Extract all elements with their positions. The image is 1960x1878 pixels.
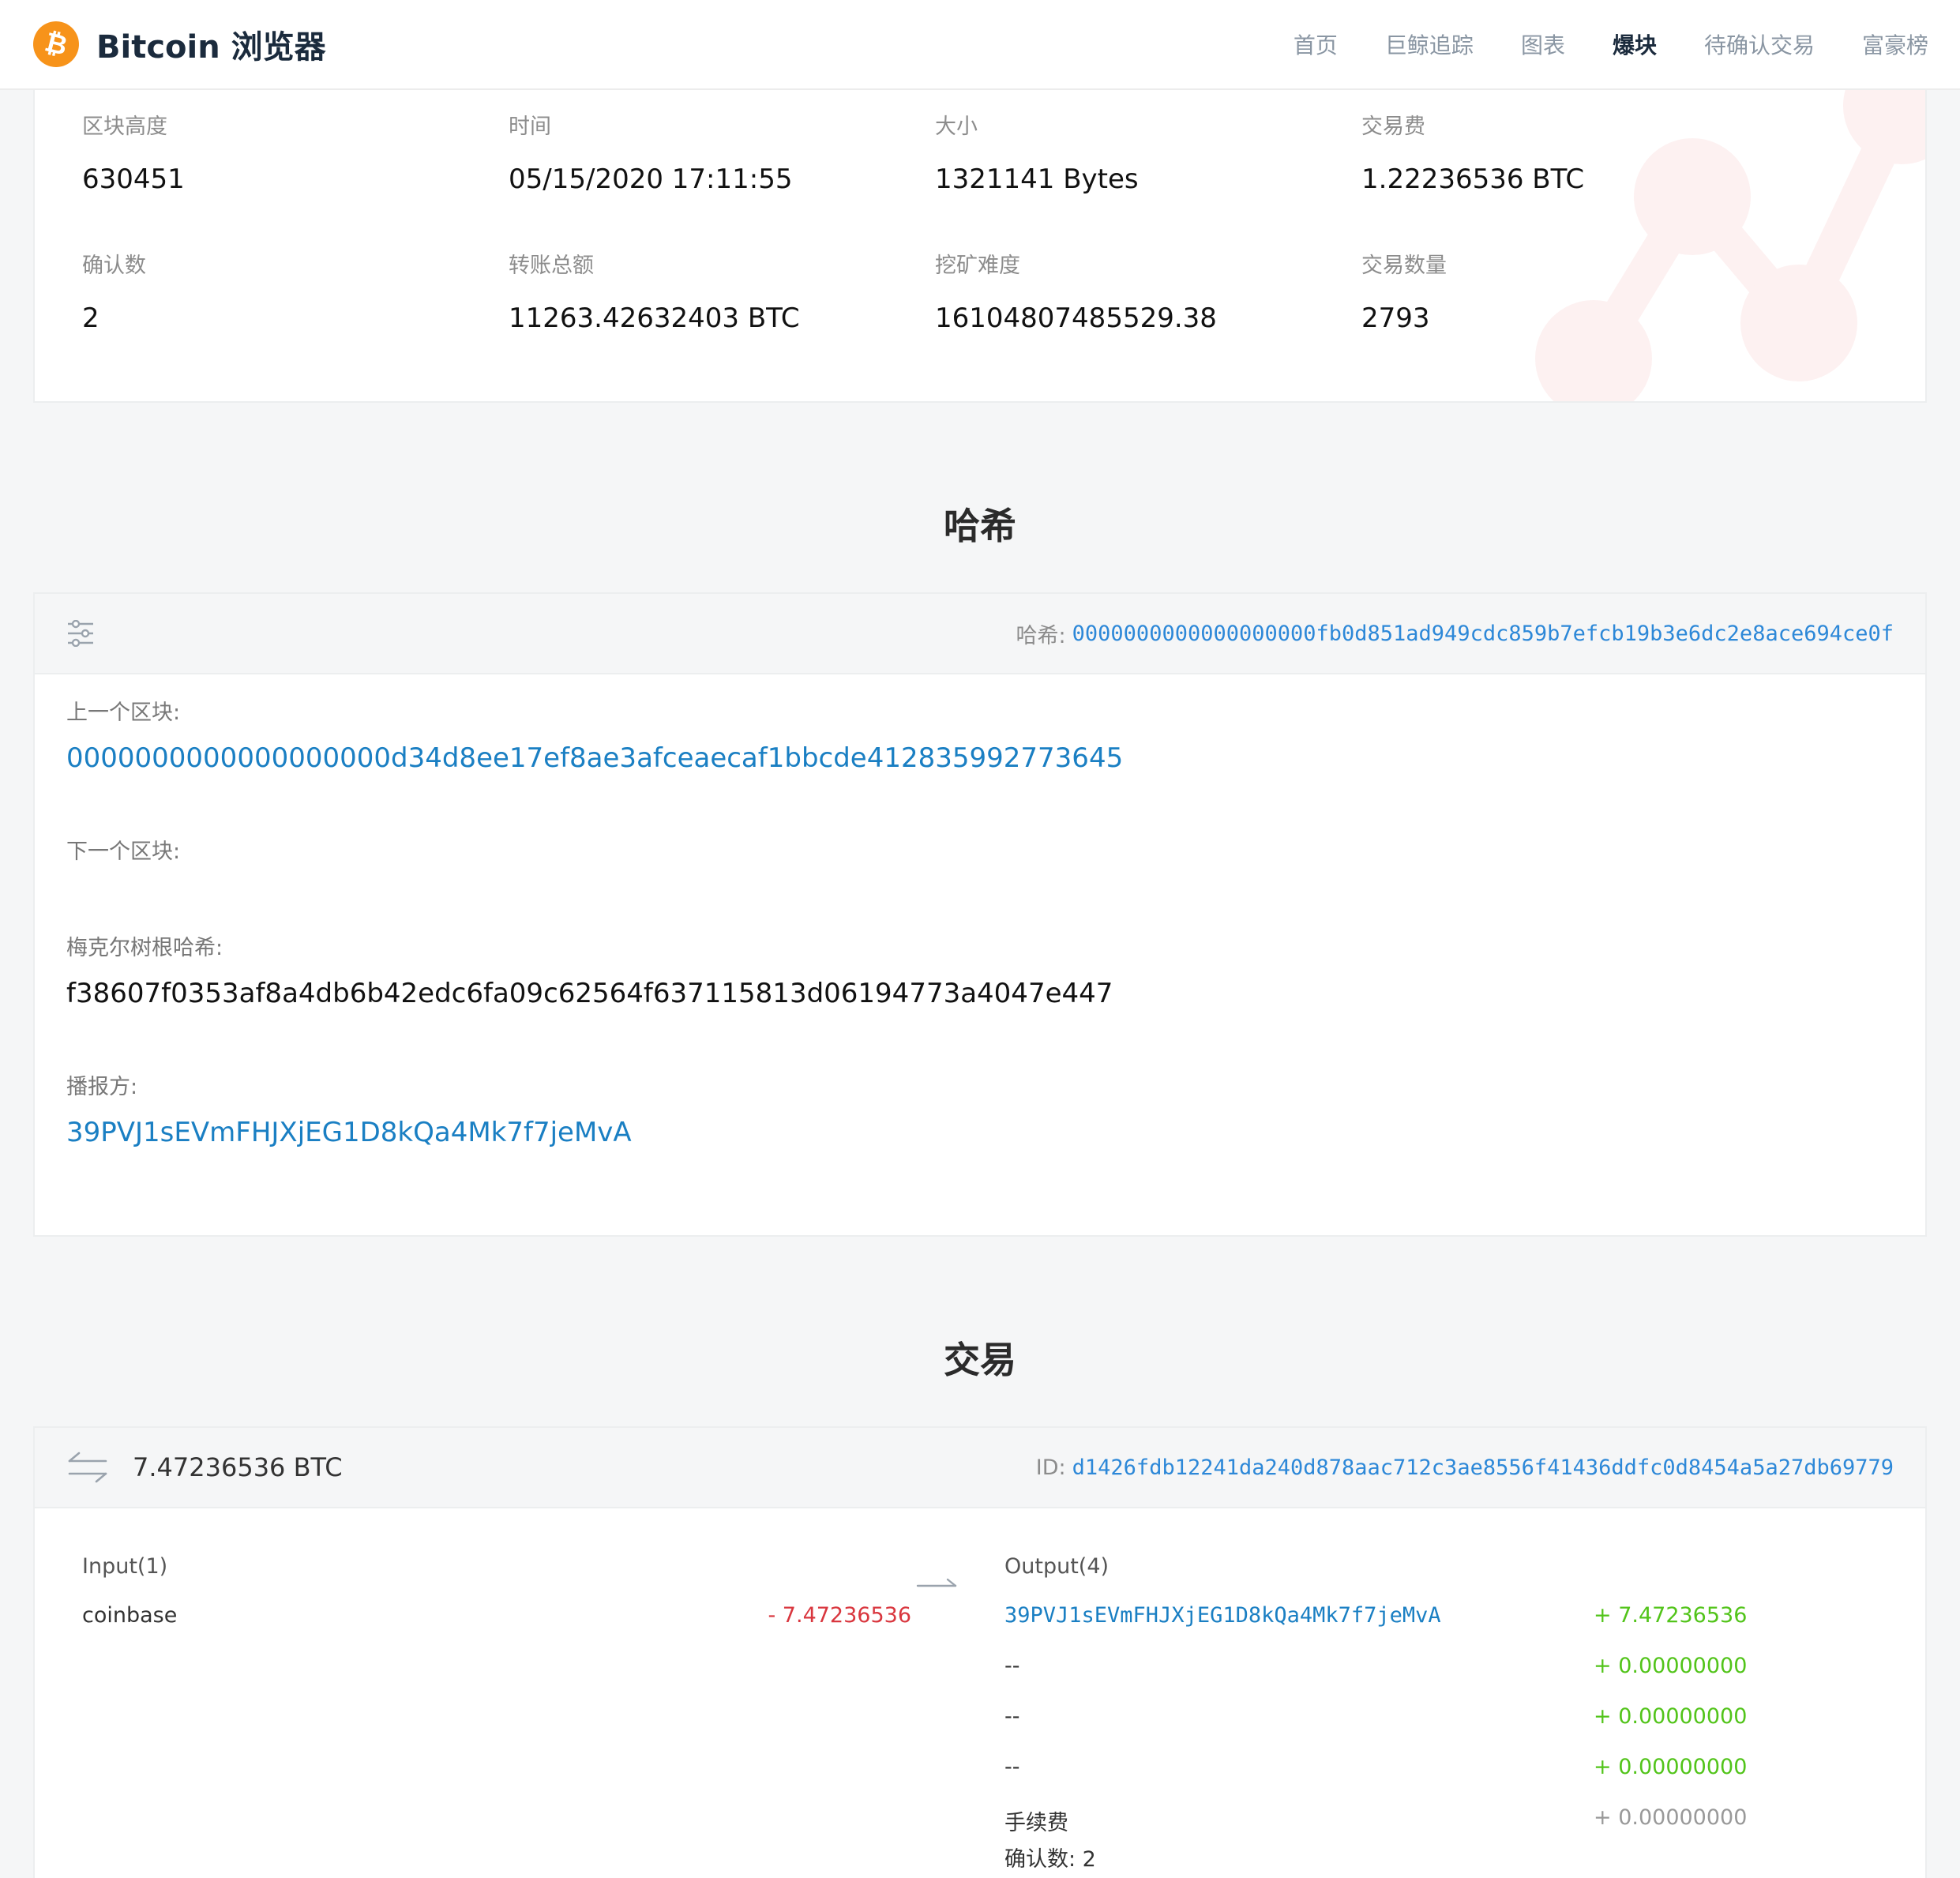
main-nav: 首页 巨鲸追踪 图表 爆块 待确认交易 富豪榜 [1246,28,1928,60]
relayed-by-link[interactable]: 39PVJ1sEVmFHJXjEG1D8kQa4Mk7f7jeMvA [66,1117,632,1148]
stat-value: 2793 [1361,302,1430,334]
input-address: coinbase [82,1603,178,1628]
brand-name: Bitcoin 浏览器 [96,29,326,66]
stat-tx-count: 交易数量 2793 [1361,248,1447,334]
stat-total-transferred: 转账总额 11263.42632403 BTC [509,248,800,334]
stat-confirmations: 确认数 2 [82,248,146,334]
section-title-transactions: 交易 [944,1339,1016,1381]
block-summary-card: 区块高度 630451 时间 05/15/2020 17:11:55 大小 13… [33,90,1927,403]
inputs-label: Input(1) [82,1554,168,1579]
stat-label: 挖矿难度 [935,254,1020,278]
output-amount: + 0.00000000 [1594,1755,1748,1779]
output-address: -- [1004,1755,1020,1779]
transfer-arrows-icon [68,1452,107,1483]
brand[interactable]: ₿ Bitcoin 浏览器 [28,16,326,73]
stat-value: 630451 [82,163,185,195]
arrow-right-icon [916,1578,957,1587]
block-hash-link[interactable]: 0000000000000000000fb0d851ad949cdc859b7e… [1072,622,1894,646]
stat-value: 1321141 Bytes [935,163,1139,195]
block-hash: 哈希: 0000000000000000000fb0d851ad949cdc85… [1016,618,1894,649]
stat-label: 时间 [509,115,551,139]
stat-difficulty: 挖矿难度 16104807485529.38 [935,248,1217,334]
stat-label: 交易费 [1361,115,1425,139]
stat-value: 05/15/2020 17:11:55 [509,163,793,195]
prev-block-link[interactable]: 0000000000000000000d34d8ee17ef8ae3afceae… [66,742,1123,774]
stat-label: 区块高度 [82,115,167,139]
sliders-icon[interactable] [66,620,95,647]
relayed-by-label: 播报方: [66,1075,138,1099]
stat-value: 11263.42632403 BTC [509,302,800,334]
top-navbar: ₿ Bitcoin 浏览器 首页 巨鲸追踪 图表 爆块 待确认交易 富豪榜 [0,0,1960,90]
output-amount: + 0.00000000 [1594,1654,1748,1678]
stat-label: 确认数 [82,254,146,278]
output-address: -- [1004,1654,1020,1678]
output-amount: + 7.47236536 [1594,1603,1748,1628]
stat-label: 转账总额 [509,254,594,278]
block-hash-label: 哈希: [1016,623,1066,648]
nav-item-blocks[interactable]: 爆块 [1613,28,1657,60]
transaction-amount: 7.47236536 BTC [133,1452,343,1482]
stat-block-height: 区块高度 630451 [82,109,185,195]
transaction-id-label: ID: [1035,1455,1066,1480]
transaction-id: ID: d1426fdb12241da240d878aac712c3ae8556… [1036,1455,1894,1480]
transaction-summary: 7.47236536 BTC [66,1450,343,1485]
stat-label: 大小 [935,115,978,139]
output-address: -- [1004,1704,1020,1729]
bitcoin-icon: ₿ [28,16,84,73]
transaction-card-header: 7.47236536 BTC ID: d1426fdb12241da240d87… [35,1428,1925,1508]
prev-block-label: 上一个区块: [66,700,181,725]
stat-label: 交易数量 [1361,254,1447,278]
stat-value: 16104807485529.38 [935,302,1217,334]
stat-size: 大小 1321141 Bytes [935,109,1139,195]
stat-time: 时间 05/15/2020 17:11:55 [509,109,792,195]
hash-card: 哈希: 0000000000000000000fb0d851ad949cdc85… [33,592,1927,1237]
fee-amount: + 0.00000000 [1594,1805,1748,1830]
nav-item-whale-tracking[interactable]: 巨鲸追踪 [1385,28,1474,60]
next-block-label: 下一个区块: [66,839,181,864]
section-title-hash: 哈希 [944,505,1016,547]
output-address-link[interactable]: 39PVJ1sEVmFHJXjEG1D8kQa4Mk7f7jeMvA [1004,1603,1441,1628]
merkle-root-value: f38607f0353af8a4db6b42edc6fa09c62564f637… [66,978,1113,1009]
transaction-card: 7.47236536 BTC ID: d1426fdb12241da240d87… [33,1426,1927,1878]
input-amount: - 7.47236536 [768,1603,911,1628]
merkle-root-label: 梅克尔树根哈希: [66,936,223,960]
nav-item-home[interactable]: 首页 [1294,28,1338,60]
fee-label: 手续费 [1004,1811,1068,1835]
output-amount: + 0.00000000 [1594,1704,1748,1729]
stat-value: 2 [82,302,100,334]
hash-card-header: 哈希: 0000000000000000000fb0d851ad949cdc85… [35,594,1925,674]
nav-item-charts[interactable]: 图表 [1521,28,1565,60]
stat-fee: 交易费 1.22236536 BTC [1361,109,1584,195]
tx-confirmations: 确认数: 2 [1004,1847,1096,1872]
outputs-label: Output(4) [1004,1554,1110,1579]
stat-value: 1.22236536 BTC [1361,163,1585,195]
nav-item-unconfirmed-tx[interactable]: 待确认交易 [1704,28,1815,60]
transaction-id-link[interactable]: d1426fdb12241da240d878aac712c3ae8556f414… [1072,1455,1894,1480]
nav-item-rich-list[interactable]: 富豪榜 [1862,28,1928,60]
